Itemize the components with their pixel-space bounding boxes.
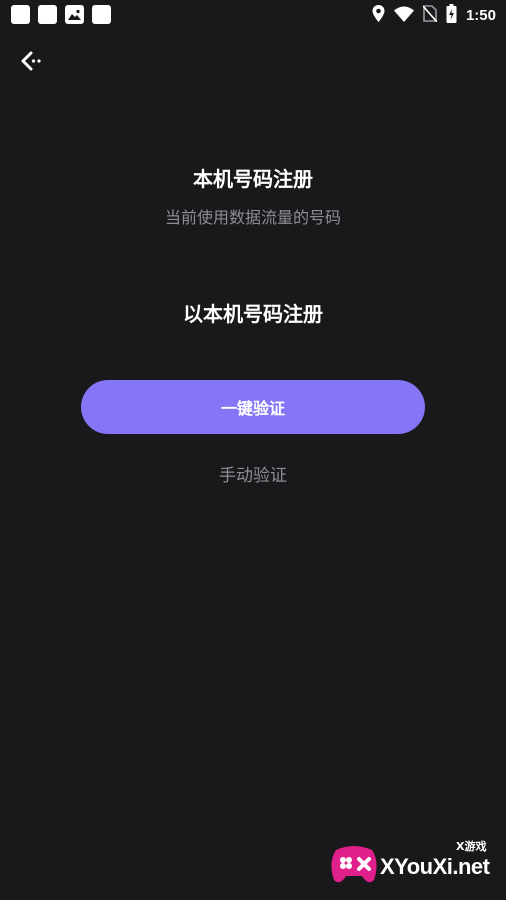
no-sim-icon <box>422 5 438 26</box>
watermark-text: XYouXi.net <box>380 854 490 879</box>
gamepad-logo-icon <box>331 846 377 883</box>
back-arrow-icon <box>21 51 41 71</box>
manual-verify-link[interactable]: 手动验证 <box>0 461 506 486</box>
one-click-verify-button[interactable]: 一键验证 <box>81 380 425 434</box>
app-square-icon <box>92 5 111 24</box>
image-icon <box>65 5 84 24</box>
status-bar: 1:50 <box>0 0 506 28</box>
app-square-icon <box>38 5 57 24</box>
status-bar-notifications <box>11 5 111 24</box>
status-time: 1:50 <box>465 7 496 24</box>
status-bar-system: 1:50 <box>372 4 496 27</box>
phone-number-label: 以本机号码注册 <box>183 302 323 326</box>
back-button[interactable] <box>14 46 48 76</box>
location-icon <box>372 5 385 26</box>
wifi-icon <box>393 6 414 26</box>
battery-charging-icon <box>446 4 457 27</box>
page-title: 本机号码注册 <box>193 167 313 191</box>
app-square-icon <box>11 5 30 24</box>
watermark-tag: X游戏 <box>456 840 487 853</box>
site-watermark: X游戏 XYouXi.net <box>328 834 498 892</box>
page-subtitle: 当前使用数据流量的号码 <box>164 208 341 227</box>
